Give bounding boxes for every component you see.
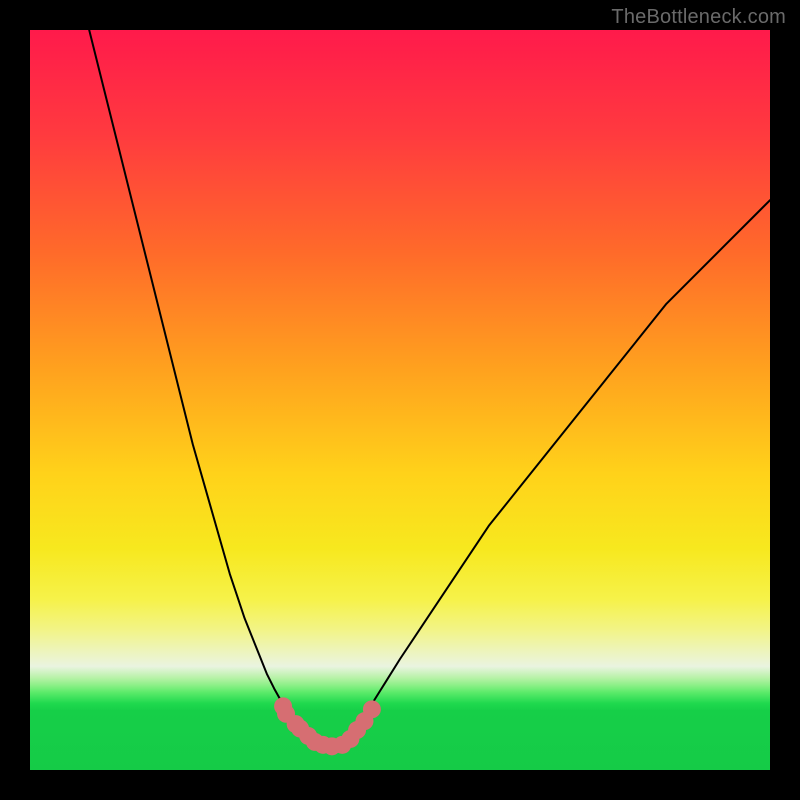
curve-right-arm [326, 200, 770, 746]
lines-layer [89, 30, 770, 746]
watermark-text: TheBottleneck.com [611, 6, 786, 29]
markers-layer [274, 697, 381, 755]
curve-svg [30, 30, 770, 770]
chart-frame: TheBottleneck.com [0, 0, 800, 800]
curve-left-arm [89, 30, 326, 746]
plot-area [30, 30, 770, 770]
data-marker [363, 700, 381, 718]
